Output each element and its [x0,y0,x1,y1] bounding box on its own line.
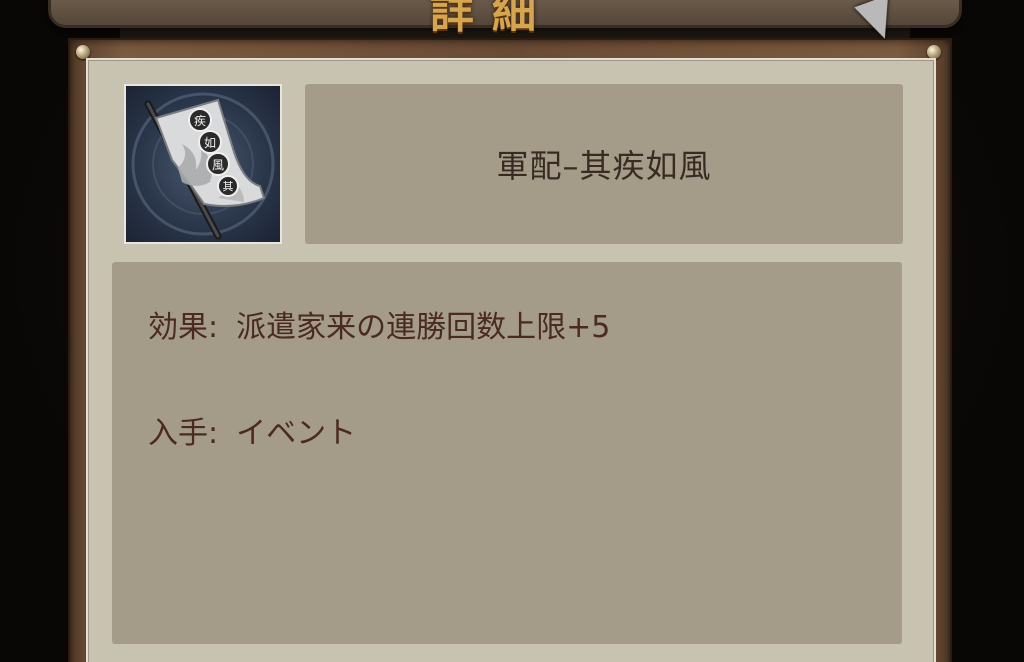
effect-row: 効果: 派遣家来の連勝回数上限+5 [148,302,610,346]
source-value: イベント [236,416,357,451]
svg-text:如: 如 [204,135,216,150]
item-name-box: 軍配–其疾如風 [305,84,903,244]
source-label: 入手: [148,416,219,451]
item-name: 軍配–其疾如風 [496,147,712,185]
war-banner-icon: 疾 如 風 其 [131,92,275,240]
svg-text:其: 其 [223,180,234,193]
effect-value: 派遣家来の連勝回数上限+5 [236,310,611,345]
effect-label: 効果: [148,310,219,345]
item-icon-frame: 疾 如 風 其 [124,84,282,244]
rivet-icon [927,45,941,59]
item-description-box: 効果: 派遣家来の連勝回数上限+5 入手: イベント [112,262,902,644]
svg-text:風: 風 [212,158,224,172]
svg-text:疾: 疾 [194,113,206,128]
page-title: 詳細 [430,0,554,38]
source-row: 入手: イベント [148,408,356,452]
rivet-icon [76,45,90,59]
item-detail-screen: 詳細 疾 如 風 其 軍配–其疾如風 効果: 派遣家来の連勝回数上限+5 入手:… [0,0,1024,662]
